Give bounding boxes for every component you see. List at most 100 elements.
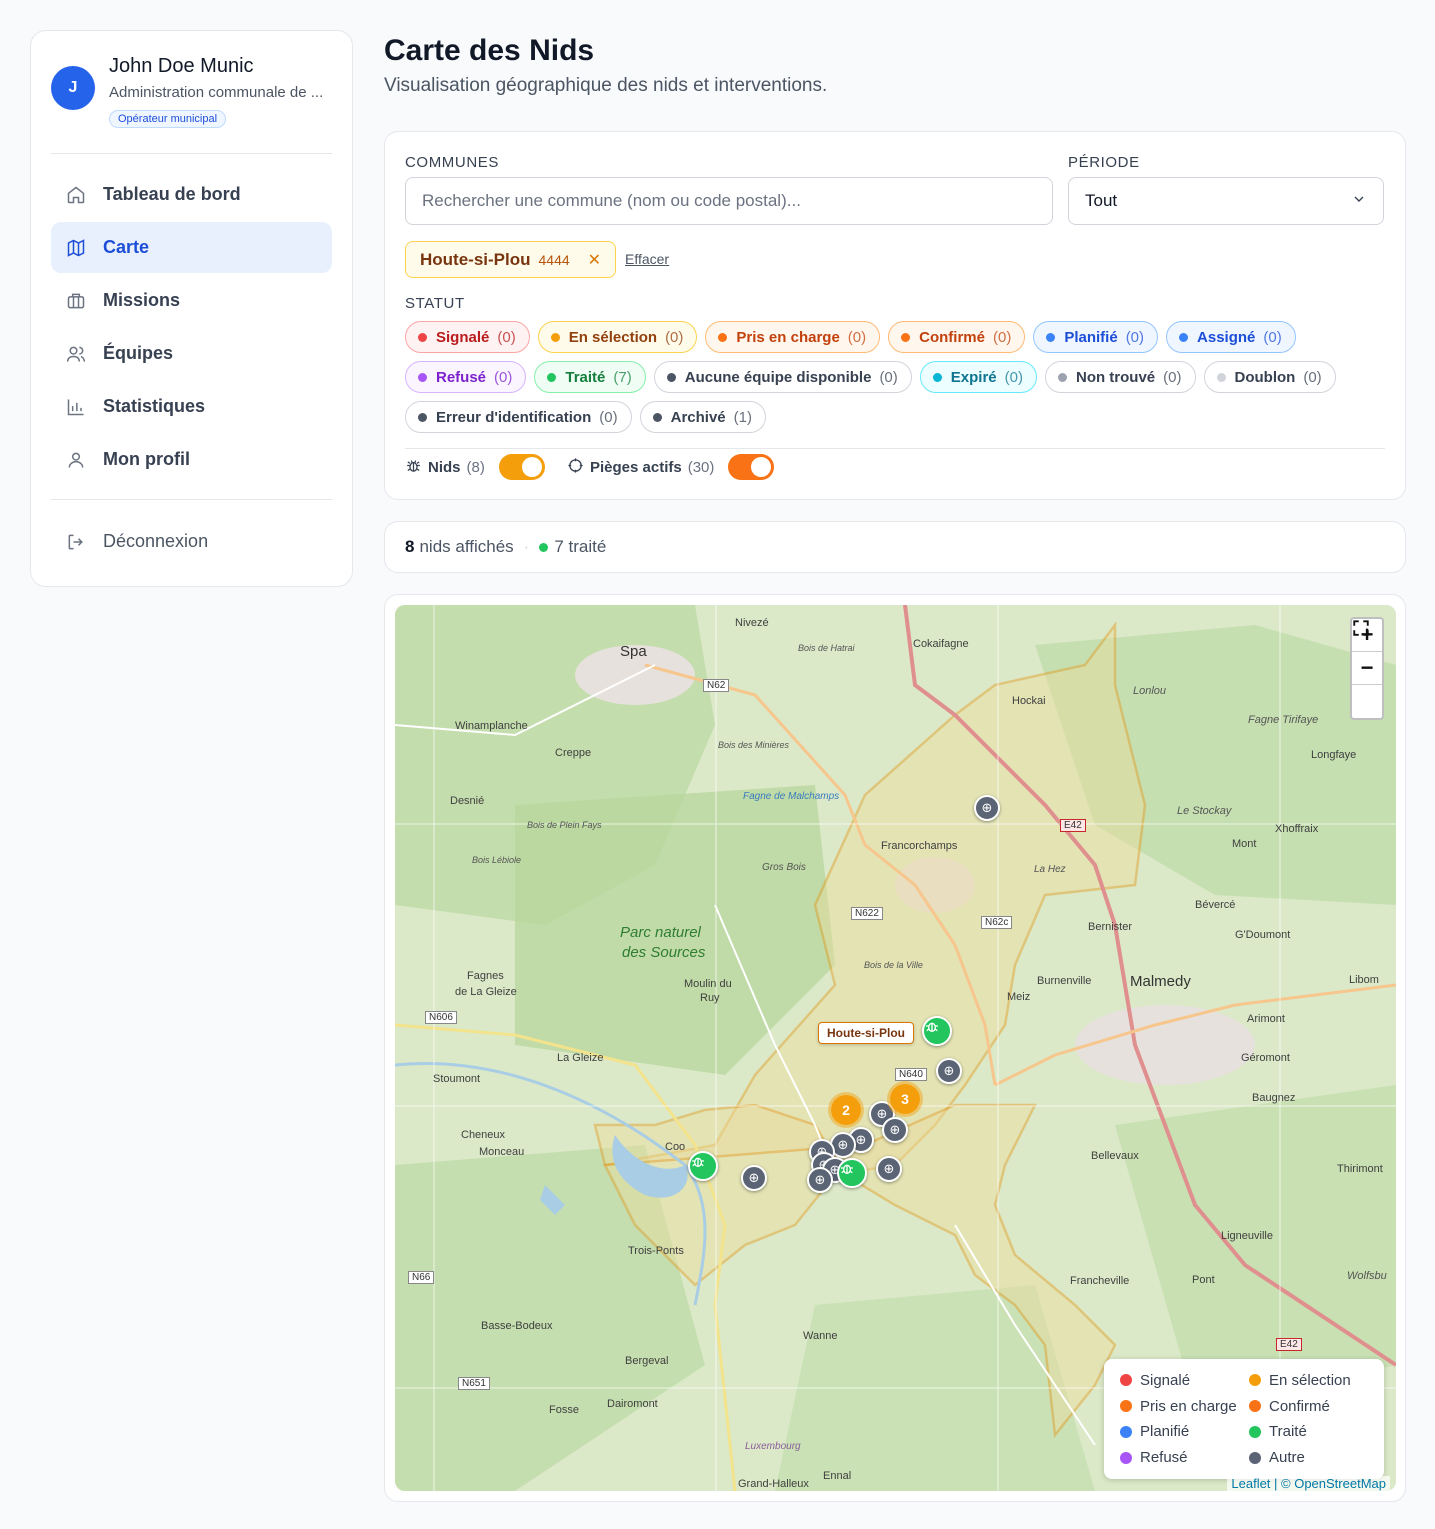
trap-marker[interactable]: ⊕ — [974, 795, 1000, 821]
status-dot — [932, 372, 942, 382]
trap-marker[interactable]: ⊕ — [882, 1117, 908, 1143]
separator: · — [523, 537, 530, 556]
place-label: Stoumont — [433, 1073, 481, 1085]
status-filter-chip[interactable]: Pris en charge (0) — [705, 321, 881, 353]
nav-label: Tableau de bord — [103, 184, 241, 204]
nests-toggle[interactable] — [498, 454, 545, 480]
bar-chart-icon — [65, 396, 87, 418]
status-filter-chip[interactable]: En sélection (0) — [537, 321, 698, 353]
legend-dot — [1120, 1400, 1132, 1413]
nest-marker-treated[interactable] — [688, 1151, 718, 1181]
place-label: Pont — [1192, 1274, 1215, 1286]
status-label: Erreur d'identification — [436, 408, 592, 426]
legend-dot — [1249, 1451, 1261, 1464]
status-label: STATUT — [405, 295, 465, 312]
fullscreen-button[interactable] — [1352, 620, 1382, 718]
treated-dot — [539, 542, 549, 552]
status-filter-chip[interactable]: Traité (7) — [534, 361, 646, 393]
trap-marker[interactable]: ⊕ — [876, 1156, 902, 1182]
toggle-knob — [521, 457, 542, 477]
divider — [51, 153, 332, 154]
status-label: Planifié — [1064, 328, 1118, 346]
status-dot — [418, 332, 427, 342]
legend-item: Planifié — [1120, 1423, 1239, 1442]
legend-item: Traité — [1249, 1423, 1368, 1442]
place-label: Cheneux — [461, 1129, 506, 1141]
marker-cluster[interactable]: 3 — [887, 1081, 923, 1117]
traps-toggle[interactable] — [728, 454, 775, 480]
trap-marker[interactable]: ⊕ — [741, 1165, 767, 1191]
status-filter-chip[interactable]: Signalé (0) — [405, 321, 530, 353]
status-filter-chip[interactable]: Assigné (0) — [1166, 321, 1296, 353]
place-label: Lonlou — [1133, 685, 1167, 697]
place-label: Bois de la Ville — [864, 960, 923, 970]
legend-dot — [1120, 1374, 1132, 1387]
status-label: Expiré — [950, 368, 997, 386]
logout-button[interactable]: Déconnexion — [51, 516, 332, 567]
divider — [405, 448, 1385, 449]
place-label: Coo — [665, 1141, 686, 1153]
status-filter-chip[interactable]: Expiré (0) — [919, 361, 1037, 393]
place-label: Bois de Hatrai — [798, 643, 855, 653]
place-label: Wanne — [803, 1330, 838, 1342]
status-label: En sélection — [568, 328, 658, 346]
status-filter-chip[interactable]: Archivé (1) — [639, 401, 766, 433]
place-label: Basse-Bodeux — [481, 1320, 553, 1332]
status-filter-chip[interactable]: Confirmé (0) — [888, 321, 1026, 353]
status-dot — [666, 372, 676, 382]
zoom-out-button[interactable]: − — [1352, 652, 1382, 685]
nest-marker-treated[interactable] — [837, 1158, 867, 1188]
users-icon — [65, 343, 87, 365]
place-label: Monceau — [479, 1146, 525, 1158]
status-filter-chip[interactable]: Non trouvé (0) — [1044, 361, 1196, 393]
legend-item: Refusé — [1120, 1448, 1239, 1467]
trap-marker[interactable]: ⊕ — [936, 1058, 962, 1084]
summary-bar: 8 nids affichés · 7 traité — [384, 521, 1406, 573]
place-label: Le Stockay — [1177, 805, 1232, 817]
status-count: (0) — [665, 328, 684, 346]
nest-marker-treated[interactable] — [922, 1016, 952, 1046]
map-card: Nivezé Spa Cokaifagne Hockai Winamplanch… — [384, 594, 1406, 1502]
legend-label: Pris en charge — [1140, 1397, 1237, 1415]
map-attribution[interactable]: Leaflet | © OpenStreetMap — [1227, 1476, 1390, 1491]
legend-label: Traité — [1269, 1423, 1307, 1441]
status-filter-chip[interactable]: Aucune équipe disponible (0) — [653, 361, 912, 393]
place-label: Grand-Halleux — [738, 1478, 809, 1490]
legend-label: Autre — [1269, 1449, 1305, 1467]
status-label: Archivé — [670, 408, 726, 426]
legend-item: Pris en charge — [1120, 1397, 1239, 1416]
place-label: Creppe — [555, 747, 592, 759]
place-label: Mont — [1232, 838, 1257, 850]
trap-marker[interactable]: ⊕ — [807, 1167, 833, 1193]
nav-item-dashboard[interactable]: Tableau de bord — [51, 169, 332, 220]
marker-cluster[interactable]: 2 — [828, 1092, 864, 1128]
user-icon — [65, 449, 87, 471]
map[interactable]: Nivezé Spa Cokaifagne Hockai Winamplanch… — [395, 605, 1396, 1491]
place-label: La Hez — [1034, 864, 1066, 875]
nav-item-profile[interactable]: Mon profil — [51, 434, 332, 485]
place-label: Bois Lébiole — [472, 855, 522, 865]
nav-item-map[interactable]: Carte — [51, 222, 332, 273]
status-filter-chip[interactable]: Doublon (0) — [1203, 361, 1336, 393]
place-label: Bellevaux — [1091, 1150, 1139, 1162]
remove-commune-icon[interactable]: ✕ — [588, 250, 601, 270]
status-filter-chip[interactable]: Refusé (0) — [405, 361, 527, 393]
place-label: Spa — [620, 643, 647, 660]
nav-item-teams[interactable]: Équipes — [51, 328, 332, 379]
status-filter-chip[interactable]: Erreur d'identification (0) — [405, 401, 632, 433]
page-title: Carte des Nids — [384, 34, 595, 67]
commune-search-input[interactable] — [405, 177, 1053, 225]
place-label: Francorchamps — [881, 840, 958, 852]
toggle-knob — [751, 457, 772, 477]
status-dot — [652, 412, 662, 422]
nav-item-missions[interactable]: Missions — [51, 275, 332, 326]
place-label: Parc naturel — [620, 924, 701, 941]
crosshair-icon — [567, 457, 584, 478]
bug-icon — [405, 457, 422, 478]
place-label: Winamplanche — [455, 720, 528, 732]
period-select[interactable]: Tout — [1068, 177, 1384, 225]
clear-communes-link[interactable]: Effacer — [625, 251, 669, 267]
status-filter-chip[interactable]: Planifié (0) — [1033, 321, 1159, 353]
place-label: Bergeval — [625, 1355, 669, 1367]
nav-item-statistics[interactable]: Statistiques — [51, 381, 332, 432]
